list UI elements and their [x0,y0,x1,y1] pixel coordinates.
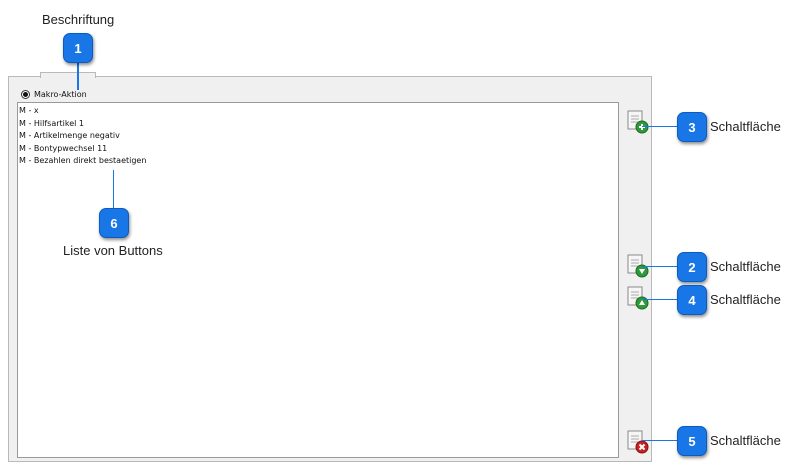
list-item[interactable]: M - Bezahlen direkt bestaetigen [19,155,617,168]
list-item[interactable]: M - Hilfsartikel 1 [19,118,617,131]
callout-4-line [642,299,680,300]
callout-1-line [77,60,79,90]
panel-tab[interactable] [40,72,96,78]
move-up-button[interactable] [627,286,649,310]
callout-2-text: Schaltfläche [710,259,781,274]
list-item[interactable]: M - x [19,105,617,118]
move-up-icon [627,286,649,310]
list-annotation-label: Liste von Buttons [63,243,163,258]
delete-button[interactable] [627,430,649,454]
caption-annotation-label: Beschriftung [42,12,115,27]
callout-5-line [642,440,680,441]
radio-label: Makro-Aktion [34,89,87,99]
callout-5-text: Schaltfläche [710,433,781,448]
callout-2-badge: 2 [677,252,707,282]
callout-6-line [113,170,114,210]
button-list[interactable]: M - x M - Hilfsartikel 1 M - Artikelmeng… [17,102,619,458]
list-item[interactable]: M - Artikelmenge negativ [19,130,617,143]
callout-2-line [642,266,680,267]
radio-button[interactable] [21,89,30,99]
delete-document-icon [627,430,649,454]
callout-1-badge: 1 [63,33,93,63]
callout-4-badge: 4 [677,285,707,315]
callout-3-line [642,126,680,127]
add-document-icon [627,110,649,134]
callout-5-badge: 5 [677,426,707,456]
callout-4-text: Schaltfläche [710,292,781,307]
callout-6-badge: 6 [99,208,129,238]
add-button[interactable] [627,110,649,134]
callout-3-badge: 3 [677,112,707,142]
callout-3-text: Schaltfläche [710,119,781,134]
list-item[interactable]: M - Bontypwechsel 11 [19,143,617,156]
